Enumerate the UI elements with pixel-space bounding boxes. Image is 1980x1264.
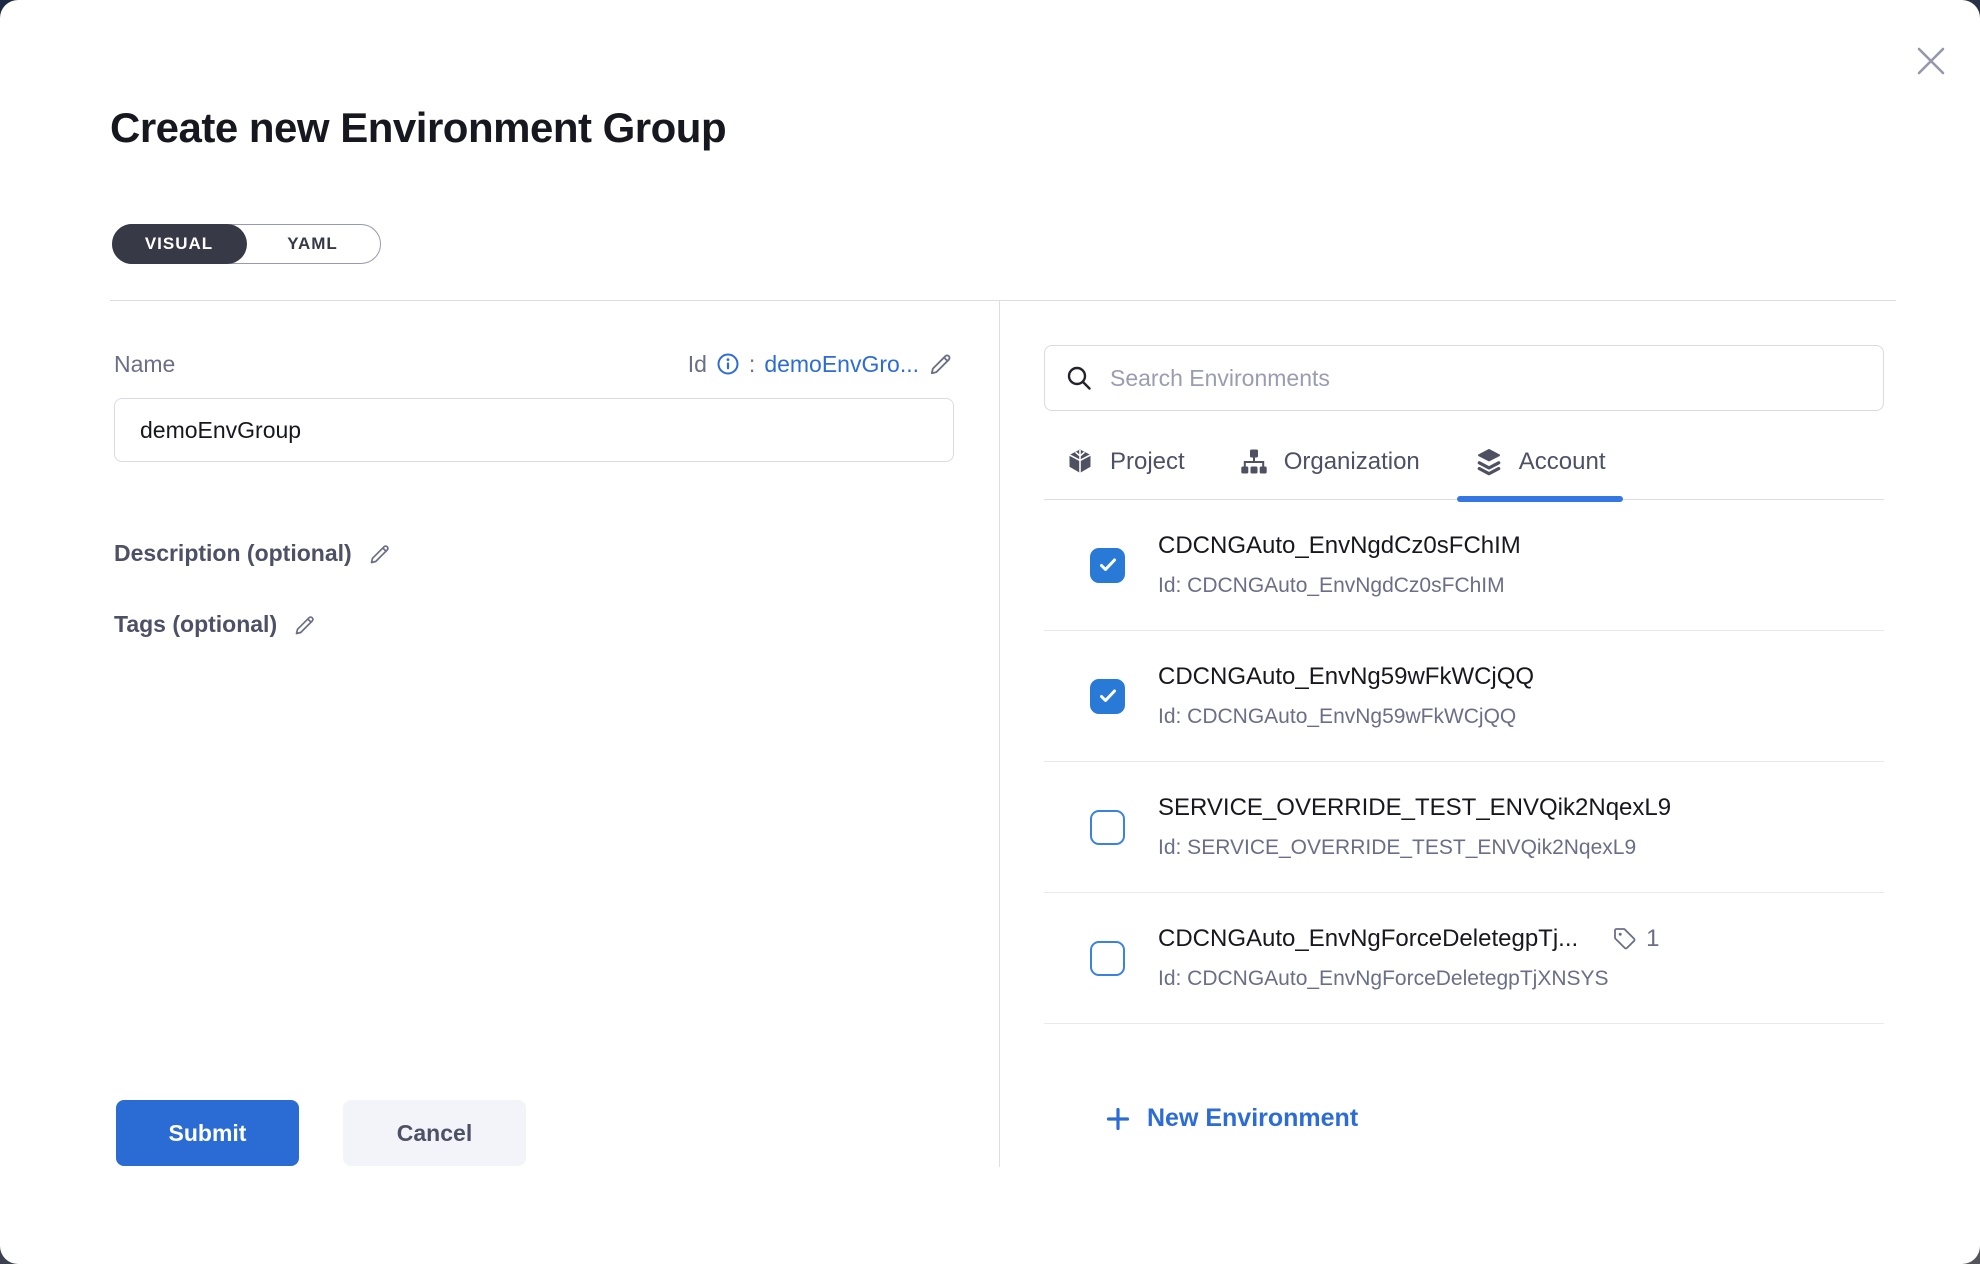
id-separator: :: [749, 351, 755, 378]
environment-list-item[interactable]: CDCNGAuto_EnvNgdCz0sFChIM Id: CDCNGAuto_…: [1044, 500, 1884, 631]
toggle-yaml[interactable]: YAML: [245, 225, 380, 263]
close-button[interactable]: [1908, 38, 1954, 84]
layers-icon: [1474, 447, 1504, 477]
header-divider: [110, 300, 1896, 301]
description-label: Description (optional): [114, 540, 352, 567]
environment-list-item[interactable]: SERVICE_OVERRIDE_TEST_ENVQik2NqexL9 Id: …: [1044, 762, 1884, 893]
environment-text: CDCNGAuto_EnvNgdCz0sFChIM Id: CDCNGAuto_…: [1158, 532, 1884, 598]
new-environment-button[interactable]: New Environment: [1104, 1104, 1358, 1133]
edit-tags-button[interactable]: [293, 613, 317, 637]
tags-label: Tags (optional): [114, 611, 277, 638]
pane-divider: [999, 301, 1000, 1167]
environment-name: CDCNGAuto_EnvNgForceDeletegpTj...: [1158, 925, 1578, 953]
environment-text: SERVICE_OVERRIDE_TEST_ENVQik2NqexL9 Id: …: [1158, 794, 1884, 860]
plus-icon: [1104, 1105, 1132, 1133]
id-label: Id: [688, 351, 707, 378]
environment-tags: 1: [1612, 925, 1659, 953]
tag-count: 1: [1646, 925, 1659, 953]
environment-list: CDCNGAuto_EnvNgdCz0sFChIM Id: CDCNGAuto_…: [1044, 500, 1884, 1052]
search-environments-input[interactable]: [1110, 365, 1863, 392]
environment-checkbox[interactable]: [1090, 941, 1125, 976]
edit-id-button[interactable]: [928, 351, 954, 377]
page-backdrop: Create new Environment Group VISUAL YAML…: [0, 0, 1980, 1264]
cancel-button[interactable]: Cancel: [343, 1100, 526, 1166]
scope-tabs: Project Organization Account: [1044, 447, 1884, 500]
environment-name: SERVICE_OVERRIDE_TEST_ENVQik2NqexL9: [1158, 794, 1671, 822]
environment-checkbox[interactable]: [1090, 548, 1125, 583]
visual-yaml-toggle: VISUAL YAML: [112, 224, 381, 264]
tab-project-label: Project: [1110, 448, 1185, 476]
environment-id: Id: CDCNGAuto_EnvNgForceDeletegpTjXNSYS: [1158, 967, 1884, 991]
tab-organization[interactable]: Organization: [1239, 447, 1420, 499]
cube-icon: [1065, 447, 1095, 477]
tab-account-label: Account: [1519, 448, 1606, 476]
form-pane: Name Id : demoEnvGro... Description (opt…: [114, 345, 954, 638]
submit-button[interactable]: Submit: [116, 1100, 299, 1166]
page-title: Create new Environment Group: [110, 104, 726, 152]
info-icon[interactable]: [716, 352, 740, 376]
tab-project[interactable]: Project: [1065, 447, 1185, 499]
tags-section: Tags (optional): [114, 611, 954, 638]
name-field-header: Name Id : demoEnvGro...: [114, 345, 954, 383]
close-icon: [1908, 38, 1954, 84]
environment-picker-pane: Project Organization Account: [1044, 345, 1884, 1133]
edit-description-button[interactable]: [368, 542, 392, 566]
search-box: [1044, 345, 1884, 411]
environment-checkbox[interactable]: [1090, 810, 1125, 845]
environment-name: CDCNGAuto_EnvNgdCz0sFChIM: [1158, 532, 1521, 560]
environment-list-item[interactable]: CDCNGAuto_EnvNgForceDeletegpTj... 1 Id: …: [1044, 893, 1884, 1024]
environment-list-item[interactable]: CDCNGAuto_EnvNg59wFkWCjQQ Id: CDCNGAuto_…: [1044, 631, 1884, 762]
modal-actions: Submit Cancel: [116, 1100, 526, 1166]
tab-account[interactable]: Account: [1474, 447, 1606, 499]
environment-text: CDCNGAuto_EnvNgForceDeletegpTj... 1 Id: …: [1158, 925, 1884, 991]
name-label: Name: [114, 351, 175, 378]
new-environment-label: New Environment: [1147, 1104, 1358, 1133]
create-environment-group-modal: Create new Environment Group VISUAL YAML…: [0, 0, 1980, 1264]
toggle-visual[interactable]: VISUAL: [112, 224, 247, 264]
environment-id: Id: CDCNGAuto_EnvNg59wFkWCjQQ: [1158, 705, 1884, 729]
tab-organization-label: Organization: [1284, 448, 1420, 476]
tag-icon: [1612, 926, 1638, 952]
environment-checkbox[interactable]: [1090, 679, 1125, 714]
entity-id-value[interactable]: demoEnvGro...: [764, 351, 919, 378]
environment-text: CDCNGAuto_EnvNg59wFkWCjQQ Id: CDCNGAuto_…: [1158, 663, 1884, 729]
environment-name: CDCNGAuto_EnvNg59wFkWCjQQ: [1158, 663, 1534, 691]
entity-id-row: Id : demoEnvGro...: [688, 351, 954, 378]
org-chart-icon: [1239, 447, 1269, 477]
environment-id: Id: SERVICE_OVERRIDE_TEST_ENVQik2NqexL9: [1158, 836, 1884, 860]
search-icon: [1065, 364, 1093, 392]
description-section: Description (optional): [114, 540, 954, 567]
environment-id: Id: CDCNGAuto_EnvNgdCz0sFChIM: [1158, 574, 1884, 598]
name-input[interactable]: [114, 398, 954, 462]
